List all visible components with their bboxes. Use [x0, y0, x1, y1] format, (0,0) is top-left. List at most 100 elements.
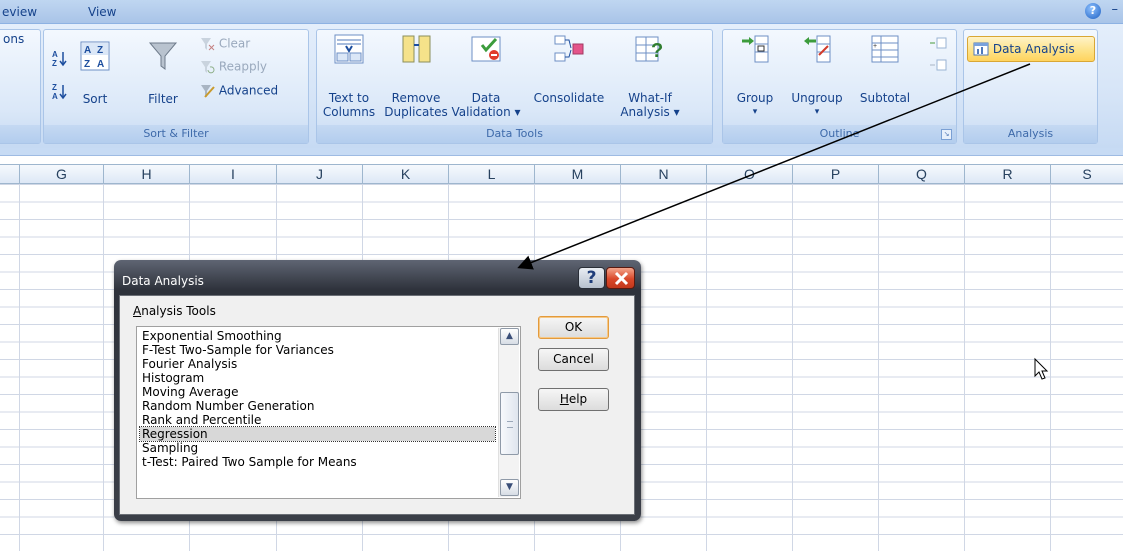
text-to-columns-icon [334, 34, 364, 64]
show-detail-button[interactable] [929, 36, 947, 53]
ok-button[interactable]: OK [538, 316, 609, 339]
column-header-l[interactable]: L [449, 165, 535, 184]
subtotal-button[interactable]: + Subtotal [853, 33, 917, 105]
remove-duplicates-line1: Remove [391, 91, 441, 105]
ungroup-dropdown-icon: ▾ [814, 107, 820, 117]
question-icon: ? [586, 268, 597, 288]
sort-ascending-button[interactable]: A Z [51, 49, 69, 70]
ribbon-tab-bar: eview View ? – [0, 0, 1123, 24]
data-validation-icon [471, 36, 501, 62]
remove-duplicates-line2: Duplicates [384, 105, 448, 119]
dialog-help-button[interactable]: ? [578, 267, 605, 289]
column-header-k[interactable]: K [363, 165, 449, 184]
sort-filter-group-label: Sort & Filter [44, 125, 308, 143]
list-item[interactable]: Exponential Smoothing [140, 329, 495, 343]
svg-text:Z: Z [52, 83, 57, 92]
filter-funnel-icon [148, 42, 178, 70]
sort-button[interactable]: A Z Z A Sort [74, 40, 116, 106]
data-validation-button[interactable]: Data Validation ▾ [450, 33, 522, 119]
list-item[interactable]: t-Test: Paired Two Sample for Means [140, 455, 495, 469]
advanced-button[interactable]: Advanced [199, 83, 278, 99]
column-header-n[interactable]: N [621, 165, 707, 184]
help-button[interactable]: Help [538, 388, 609, 411]
column-header-partial[interactable] [0, 165, 20, 184]
remove-duplicates-icon [402, 35, 431, 63]
column-header-m[interactable]: M [535, 165, 621, 184]
group-button[interactable]: Group ▾ [732, 33, 778, 119]
ungroup-rows-icon [804, 35, 831, 63]
column-header-g[interactable]: G [20, 165, 104, 184]
column-header-o[interactable]: O [707, 165, 793, 184]
svg-text:A: A [52, 92, 58, 100]
dialog-close-button[interactable] [606, 267, 635, 289]
consolidate-icon [554, 35, 584, 62]
svg-text:Z: Z [97, 45, 103, 56]
column-header-q[interactable]: Q [879, 165, 965, 184]
group-outline: Group ▾ Ungroup ▾ + Subtotal Outline ↘ [722, 29, 957, 144]
remove-duplicates-button[interactable]: Remove Duplicates [383, 33, 449, 119]
analysis-group-label: Analysis [964, 125, 1097, 143]
tab-view[interactable]: View [88, 5, 116, 19]
grid-line [1050, 184, 1051, 551]
scroll-thumb[interactable] [500, 392, 519, 455]
ungroup-button[interactable]: Ungroup ▾ [785, 33, 849, 119]
svg-text:A: A [97, 59, 104, 70]
hide-detail-button[interactable] [929, 58, 947, 75]
sort-ascending-icon: A Z [52, 50, 67, 68]
svg-text:+: + [873, 43, 877, 50]
dialog-body: Analysis Tools Exponential Smoothing F-T… [119, 295, 635, 515]
list-item[interactable]: Moving Average [140, 385, 495, 399]
what-if-analysis-button[interactable]: ? What-If Analysis ▾ [617, 33, 683, 119]
advanced-filter-icon [199, 83, 215, 99]
subtotal-icon: + [871, 35, 899, 63]
list-item-selected[interactable]: Regression [139, 426, 496, 442]
tab-review[interactable]: eview [2, 5, 37, 19]
filter-button[interactable]: Filter [139, 40, 187, 106]
column-header-p[interactable]: P [793, 165, 879, 184]
data-validation-line2: Validation ▾ [451, 105, 521, 119]
column-header-i[interactable]: I [190, 165, 277, 184]
grid-line [792, 184, 793, 551]
column-header-s[interactable]: S [1051, 165, 1123, 184]
minimize-icon[interactable]: – [1112, 2, 1119, 17]
scroll-up-icon[interactable]: ▲ [500, 328, 519, 345]
dialog-title: Data Analysis [122, 274, 204, 288]
hide-detail-icon [930, 59, 947, 71]
list-item[interactable]: F-Test Two-Sample for Variances [140, 343, 495, 357]
data-analysis-button[interactable]: Data Analysis [967, 36, 1095, 62]
clear-button[interactable]: Clear [199, 36, 250, 52]
list-item[interactable]: Random Number Generation [140, 399, 495, 413]
formula-area-strip [0, 148, 1123, 156]
column-header-r[interactable]: R [965, 165, 1051, 184]
ribbon: ons A Z Z A A Z Z A Sort Filter Clear Re… [0, 24, 1123, 148]
list-item[interactable]: Rank and Percentile [140, 413, 495, 427]
sort-dialog-icon: A Z Z A [80, 41, 110, 71]
consolidate-button[interactable]: Consolidate [529, 33, 609, 105]
list-item[interactable]: Histogram [140, 371, 495, 385]
listbox-scrollbar[interactable]: ▲ ▼ [498, 328, 519, 497]
text-to-columns-line2: Columns [322, 105, 376, 119]
sort-descending-button[interactable]: Z A [51, 82, 69, 103]
text-to-columns-line1: Text to [328, 91, 370, 105]
help-icon[interactable]: ? [1085, 3, 1101, 19]
cancel-button[interactable]: Cancel [538, 348, 609, 371]
clear-label: Clear [218, 36, 251, 51]
group-data-tools: Text to Columns Remove Duplicates Data V… [316, 29, 713, 144]
show-detail-icon [930, 37, 947, 49]
text-to-columns-button[interactable]: Text to Columns [321, 33, 377, 119]
reapply-filter-icon [199, 59, 215, 75]
group-sort-filter: A Z Z A A Z Z A Sort Filter Clear Reappl… [43, 29, 309, 144]
list-item[interactable]: Sampling [140, 441, 495, 455]
data-analysis-icon [973, 41, 989, 57]
outline-dialog-launcher-icon[interactable]: ↘ [941, 129, 952, 140]
clear-filter-icon [199, 36, 215, 52]
column-header-h[interactable]: H [104, 165, 190, 184]
analysis-tools-listbox[interactable]: Exponential Smoothing F-Test Two-Sample … [136, 326, 521, 499]
grid-line [103, 184, 104, 551]
sort-descending-icon: Z A [52, 83, 67, 101]
column-header-j[interactable]: J [277, 165, 363, 184]
group-dropdown-icon: ▾ [752, 107, 758, 117]
scroll-down-icon[interactable]: ▼ [500, 479, 519, 496]
list-item[interactable]: Fourier Analysis [140, 357, 495, 371]
reapply-button[interactable]: Reapply [199, 59, 267, 75]
